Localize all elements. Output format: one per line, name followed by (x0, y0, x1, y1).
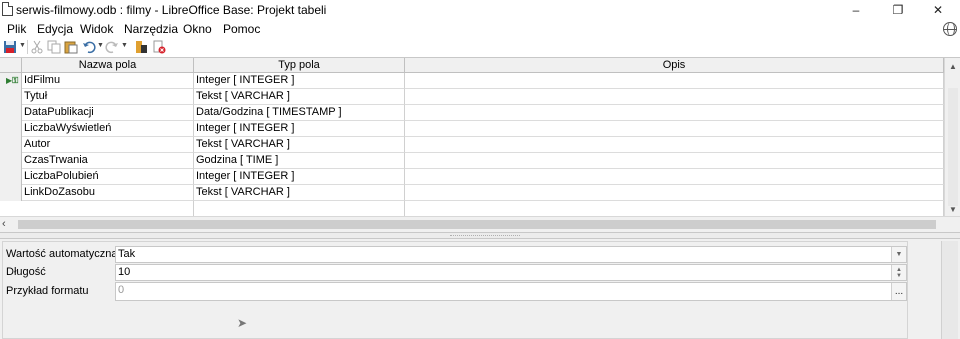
table-row[interactable]: DataPublikacji Data/Godzina [ TIMESTAMP … (0, 105, 944, 121)
menu-widok[interactable]: Widok (80, 22, 113, 36)
header-description[interactable]: Opis (405, 58, 944, 73)
header-corner (0, 58, 22, 73)
field-type-cell[interactable]: Integer [ INTEGER ] (194, 73, 405, 89)
field-type-cell[interactable]: Integer [ INTEGER ] (194, 121, 405, 137)
primary-key-icon[interactable] (151, 39, 167, 55)
scrollbar-thumb[interactable] (18, 220, 936, 229)
field-name-cell[interactable] (22, 201, 194, 217)
save-dropdown-icon[interactable]: ▼ (19, 42, 26, 49)
auto-value-value: Tak (118, 248, 136, 260)
description-cell[interactable] (405, 201, 944, 217)
grid-header: Nazwa pola Typ pola Opis (0, 58, 944, 73)
title-bar: serwis-filmowy.odb : filmy - LibreOffice… (0, 0, 960, 20)
description-cell[interactable] (405, 121, 944, 137)
paste-icon[interactable] (63, 39, 79, 55)
redo-dropdown-icon[interactable]: ▼ (121, 42, 128, 49)
chevron-down-icon[interactable]: ▼ (891, 247, 906, 262)
properties-scrollbar[interactable] (941, 241, 958, 339)
menu-okno[interactable]: Okno (183, 22, 212, 36)
table-row[interactable]: LiczbaWyświetleń Integer [ INTEGER ] (0, 121, 944, 137)
table-row[interactable]: Tytuł Tekst [ VARCHAR ] (0, 89, 944, 105)
cut-icon[interactable] (29, 39, 45, 55)
description-cell[interactable] (405, 137, 944, 153)
primary-key-icon: ▶⚿ (6, 76, 19, 85)
table-row[interactable]: ▶⚿ IdFilmu Integer [ INTEGER ] (0, 73, 944, 89)
pane-splitter[interactable] (0, 232, 960, 239)
field-type-cell[interactable]: Tekst [ VARCHAR ] (194, 137, 405, 153)
length-spinner[interactable]: 10 ▲ ▼ (115, 264, 907, 281)
field-name-cell[interactable]: Autor (22, 137, 194, 153)
description-cell[interactable] (405, 73, 944, 89)
undo-icon[interactable] (81, 39, 97, 55)
header-field-name[interactable]: Nazwa pola (22, 58, 194, 73)
maximize-button[interactable]: ❐ (878, 0, 918, 20)
auto-value-select[interactable]: Tak ▼ (115, 246, 907, 263)
field-type-cell[interactable]: Godzina [ TIME ] (194, 153, 405, 169)
minimize-button[interactable]: – (836, 0, 876, 20)
scroll-up-icon[interactable]: ▲ (945, 58, 960, 74)
field-properties-panel: Wartość automatyczna Tak ▼ Długość 10 ▲ ▼… (0, 239, 960, 339)
globe-icon[interactable] (943, 22, 957, 36)
field-grid: Nazwa pola Typ pola Opis ▶⚿ IdFilmu Inte… (0, 57, 960, 232)
undo-dropdown-icon[interactable]: ▼ (97, 42, 104, 49)
description-cell[interactable] (405, 169, 944, 185)
properties-side-area (908, 241, 941, 339)
horizontal-scrollbar[interactable]: ‹ (0, 216, 960, 232)
field-type-cell[interactable]: Tekst [ VARCHAR ] (194, 185, 405, 201)
format-example-value: 0 (118, 284, 125, 296)
field-name-cell[interactable]: DataPublikacji (22, 105, 194, 121)
document-icon (2, 2, 13, 16)
description-cell[interactable] (405, 185, 944, 201)
header-field-type[interactable]: Typ pola (194, 58, 405, 73)
description-cell[interactable] (405, 153, 944, 169)
description-cell[interactable] (405, 105, 944, 121)
length-label: Długość (6, 266, 46, 278)
menu-plik[interactable]: Plik (7, 22, 26, 36)
window-title: serwis-filmowy.odb : filmy - LibreOffice… (16, 3, 327, 17)
scrollbar-thumb[interactable] (948, 88, 958, 206)
menu-bar: Plik Edycja Widok Narzędzia Okno Pomoc (0, 20, 960, 38)
splitter-grip[interactable] (450, 235, 520, 237)
length-value: 10 (118, 266, 131, 278)
table-row[interactable]: Autor Tekst [ VARCHAR ] (0, 137, 944, 153)
format-button[interactable]: ... (891, 283, 906, 300)
field-type-cell[interactable]: Data/Godzina [ TIMESTAMP ] (194, 105, 405, 121)
field-name-cell[interactable]: IdFilmu (22, 73, 194, 89)
spin-updown-icon[interactable]: ▲ ▼ (891, 265, 906, 280)
field-type-cell[interactable] (194, 201, 405, 217)
field-name-cell[interactable]: LinkDoZasobu (22, 185, 194, 201)
index-design-icon[interactable] (133, 39, 149, 55)
redo-icon[interactable] (104, 39, 120, 55)
field-type-cell[interactable]: Integer [ INTEGER ] (194, 169, 405, 185)
format-example-field[interactable]: 0 ... (115, 282, 907, 301)
scroll-left-icon[interactable]: ‹ (2, 218, 6, 230)
field-name-cell[interactable]: CzasTrwania (22, 153, 194, 169)
mouse-cursor-icon: ➤ (237, 316, 248, 330)
menu-narzedzia[interactable]: Narzędzia (124, 22, 178, 36)
vertical-scrollbar[interactable]: ▲ ▼ (944, 58, 960, 216)
toolbar: ▼ ▼ ▼ (0, 38, 960, 56)
toolbar-separator (27, 40, 28, 54)
field-name-cell[interactable]: LiczbaPolubień (22, 169, 194, 185)
format-example-label: Przykład formatu (6, 285, 89, 297)
menu-edycja[interactable]: Edycja (37, 22, 73, 36)
description-cell[interactable] (405, 89, 944, 105)
save-icon[interactable] (2, 39, 18, 55)
properties-area: Wartość automatyczna Tak ▼ Długość 10 ▲ ▼… (2, 241, 908, 339)
auto-value-label: Wartość automatyczna (6, 248, 118, 260)
field-name-cell[interactable]: Tytuł (22, 89, 194, 105)
table-row[interactable]: LiczbaPolubień Integer [ INTEGER ] (0, 169, 944, 185)
field-name-cell[interactable]: LiczbaWyświetleń (22, 121, 194, 137)
table-row-empty[interactable] (0, 201, 944, 217)
field-type-cell[interactable]: Tekst [ VARCHAR ] (194, 89, 405, 105)
scroll-down-icon[interactable]: ▼ (945, 202, 960, 216)
close-button[interactable]: ✕ (918, 0, 958, 20)
copy-icon[interactable] (46, 39, 62, 55)
table-row[interactable]: LinkDoZasobu Tekst [ VARCHAR ] (0, 185, 944, 201)
menu-pomoc[interactable]: Pomoc (223, 22, 260, 36)
table-row[interactable]: CzasTrwania Godzina [ TIME ] (0, 153, 944, 169)
